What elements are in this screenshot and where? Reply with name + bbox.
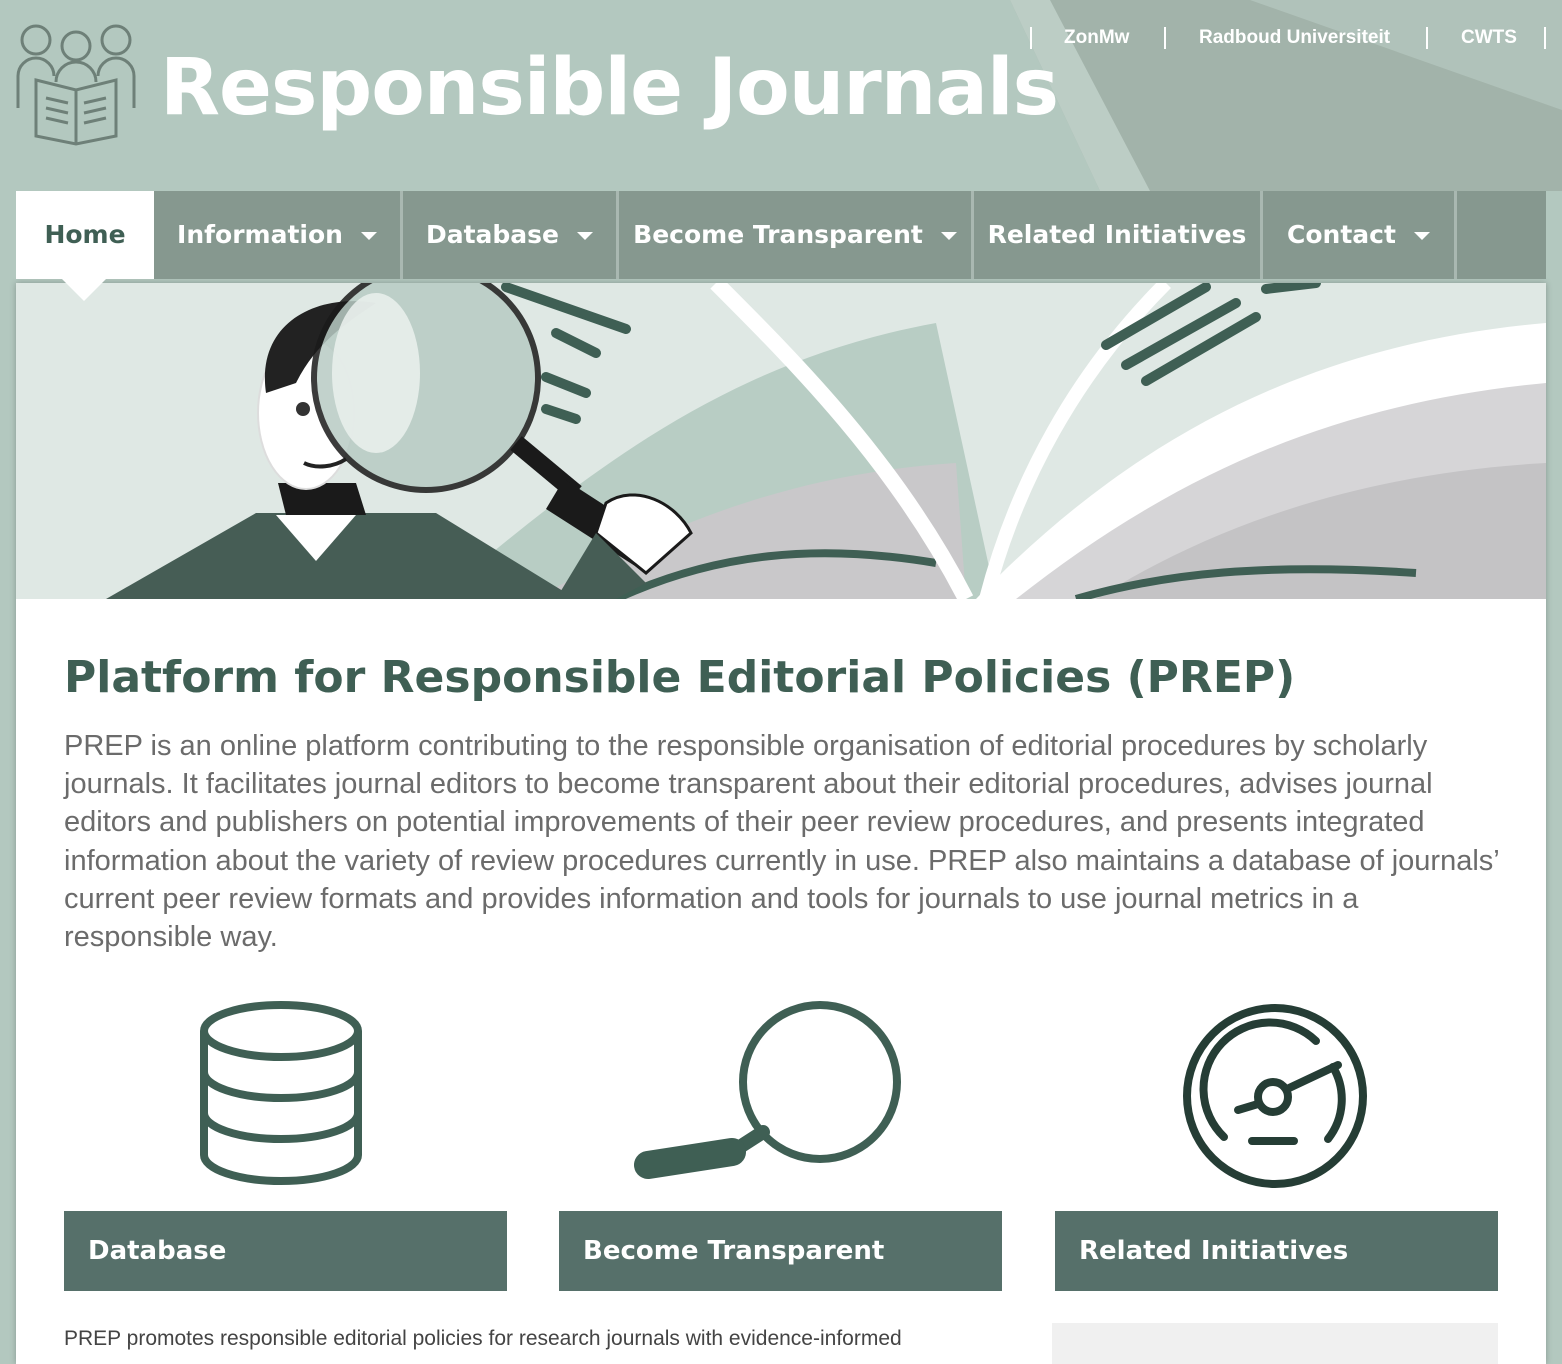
- nav-contact-label: Contact: [1287, 220, 1396, 249]
- page-heading: Platform for Responsible Editorial Polic…: [64, 652, 1296, 703]
- nav-home[interactable]: Home: [16, 191, 154, 279]
- intro-paragraph: PREP is an online platform contributing …: [64, 730, 1499, 954]
- caret-down-icon: [940, 232, 957, 240]
- top-link-cwts[interactable]: CWTS: [1461, 24, 1517, 52]
- caret-down-icon: [1413, 232, 1430, 240]
- speedometer-icon[interactable]: [1180, 1001, 1370, 1191]
- active-tab-pointer: [62, 279, 106, 301]
- readers-logo-icon: [16, 24, 136, 146]
- caret-down-icon: [577, 232, 594, 240]
- nav-home-label: Home: [44, 220, 126, 249]
- related-initiatives-button[interactable]: Related Initiatives: [1055, 1211, 1498, 1291]
- nav-database[interactable]: Database: [403, 191, 619, 279]
- top-link-separator: [1426, 27, 1428, 49]
- top-link-separator: [1164, 27, 1166, 49]
- database-icon[interactable]: [196, 995, 366, 1185]
- nav-information[interactable]: Information: [154, 191, 403, 279]
- top-link-radboud[interactable]: Radboud Universiteit: [1199, 24, 1390, 52]
- magnifier-icon[interactable]: [628, 997, 918, 1187]
- nav-contact[interactable]: Contact: [1263, 191, 1457, 279]
- content-card: Platform for Responsible Editorial Polic…: [16, 283, 1546, 1364]
- side-panel: [1052, 1323, 1498, 1364]
- top-link-separator: [1544, 27, 1546, 49]
- site-title[interactable]: Responsible Journals: [160, 38, 1059, 138]
- bottom-paragraph: PREP promotes responsible editorial poli…: [64, 1327, 902, 1350]
- become-transparent-button[interactable]: Become Transparent: [559, 1211, 1002, 1291]
- nav-related-initiatives[interactable]: Related Initiatives: [974, 191, 1263, 279]
- nav-database-label: Database: [425, 220, 560, 249]
- hero-illustration: [16, 283, 1546, 599]
- caret-down-icon: [360, 232, 377, 240]
- main-nav: Home Information Database Become Transpa…: [16, 191, 1546, 279]
- top-link-zonmw[interactable]: ZonMw: [1064, 24, 1129, 52]
- top-link-separator: [1030, 27, 1032, 49]
- nav-become-transparent[interactable]: Become Transparent: [619, 191, 974, 279]
- nav-become-transparent-label: Become Transparent: [633, 220, 923, 249]
- nav-information-label: Information: [177, 220, 343, 249]
- database-button[interactable]: Database: [64, 1211, 507, 1291]
- nav-related-initiatives-label: Related Initiatives: [987, 220, 1247, 249]
